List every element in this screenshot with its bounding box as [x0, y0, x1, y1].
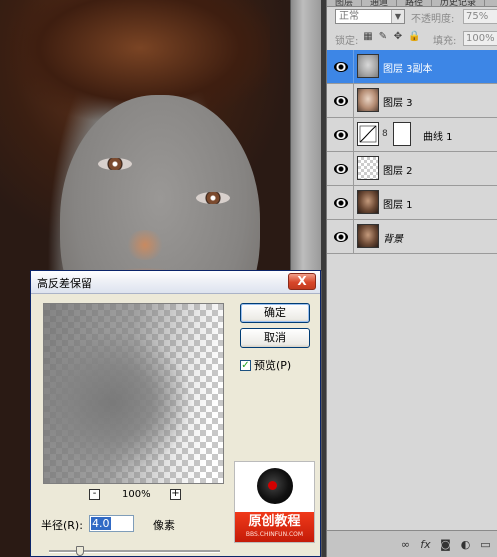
layer-row[interactable]: 8 曲线 1	[327, 118, 497, 152]
lock-label: 锁定:	[335, 36, 359, 47]
filter-preview[interactable]	[43, 303, 224, 484]
logo-emblem-icon	[257, 468, 293, 504]
eye-icon	[334, 231, 348, 242]
fill-label: 填充:	[433, 36, 457, 47]
fx-icon[interactable]: fx	[419, 538, 432, 551]
layer-name: 图层 3	[383, 98, 413, 109]
logo-sub-text: BBS.CHINFUN.COM	[245, 531, 304, 538]
lock-icons: ▦ ✎ ✥ 🔒	[363, 31, 420, 42]
mask-icon[interactable]: ◙	[439, 538, 452, 551]
eye-icon	[334, 197, 348, 208]
close-button[interactable]: X	[288, 273, 316, 290]
opacity-field[interactable]: 75%	[463, 9, 497, 24]
radius-row: 半径(R): 4.0 像素	[41, 515, 231, 533]
visibility-toggle[interactable]	[329, 84, 354, 117]
radius-unit: 像素	[153, 519, 175, 532]
tab-layers[interactable]: 图层	[327, 0, 363, 6]
zoom-out-button[interactable]: -	[89, 489, 100, 500]
layer-name: 曲线 1	[423, 132, 453, 143]
lock-transparency-icon[interactable]: ▦	[363, 31, 373, 42]
blend-mode-value: 正常	[339, 11, 359, 22]
radius-value: 4.0	[91, 517, 111, 530]
layer-name: 图层 1	[383, 200, 413, 211]
blend-mode-select[interactable]: 正常 ▼	[335, 9, 405, 24]
lock-position-icon[interactable]: ✥	[393, 31, 403, 42]
layer-mask-thumbnail[interactable]	[393, 122, 411, 146]
logo-band: 原创教程 BBS.CHINFUN.COM	[235, 512, 314, 542]
tab-channels[interactable]: 通道	[362, 0, 398, 6]
zoom-in-button[interactable]: +	[170, 489, 181, 500]
dialog-title: 高反差保留	[37, 277, 92, 290]
eye-icon	[334, 163, 348, 174]
layer-thumbnail	[357, 54, 379, 78]
visibility-toggle[interactable]	[329, 50, 354, 83]
layer-row[interactable]: 图层 3副本	[327, 50, 497, 84]
link-layers-icon[interactable]: ∞	[399, 538, 412, 551]
blend-row: 正常 ▼ 不透明度: 75%	[335, 9, 497, 25]
layers-panel: 图层 通道 路径 历史记录 正常 ▼ 不透明度: 75% 锁定: ▦ ✎ ✥ 🔒…	[326, 0, 497, 557]
chevron-down-icon[interactable]: ▼	[391, 10, 404, 23]
tab-paths[interactable]: 路径	[397, 0, 433, 6]
adjustment-icon[interactable]: ◐	[459, 538, 472, 551]
layer-thumbnail	[357, 190, 379, 214]
visibility-toggle[interactable]	[329, 152, 354, 185]
photo-left-eye	[98, 158, 132, 170]
ok-button[interactable]: 确定	[240, 303, 310, 323]
slider-thumb[interactable]	[75, 546, 84, 556]
radius-label: 半径(R):	[41, 519, 83, 532]
radius-slider[interactable]	[49, 546, 220, 556]
layer-name: 背景	[383, 234, 403, 245]
zoom-controls: - 100% +	[43, 489, 224, 503]
curves-adjustment-icon	[357, 122, 379, 146]
fill-field[interactable]: 100%	[463, 31, 497, 46]
slider-track[interactable]	[49, 550, 220, 553]
tab-history[interactable]: 历史记录	[432, 0, 486, 6]
layer-row[interactable]: 背景	[327, 220, 497, 254]
photo-right-eye	[196, 192, 230, 204]
preview-checkbox-label: 预览(P)	[254, 359, 292, 372]
visibility-toggle[interactable]	[329, 118, 354, 151]
chain-link-icon[interactable]: 8	[382, 129, 388, 139]
group-folder-icon[interactable]: ▭	[479, 538, 492, 551]
lock-all-icon[interactable]: 🔒	[408, 31, 420, 42]
cancel-button[interactable]: 取消	[240, 328, 310, 348]
visibility-toggle[interactable]	[329, 186, 354, 219]
panel-tabs: 图层 通道 路径 历史记录	[327, 0, 497, 7]
layer-thumbnail	[357, 224, 379, 248]
radius-input[interactable]: 4.0	[89, 515, 134, 532]
dialog-titlebar[interactable]: 高反差保留 X	[31, 271, 320, 294]
preview-checkbox[interactable]: ✓ 预览(P)	[240, 357, 291, 373]
high-pass-dialog: 高反差保留 X - 100% + 确定 取消 ✓ 预览(P) 原创教程 BBS.…	[30, 270, 321, 557]
layer-row[interactable]: 图层 3	[327, 84, 497, 118]
zoom-value: 100%	[122, 489, 151, 500]
eye-icon	[334, 129, 348, 140]
watermark-logo: 原创教程 BBS.CHINFUN.COM	[234, 461, 315, 543]
eye-icon	[334, 61, 348, 72]
layer-name: 图层 2	[383, 166, 413, 177]
layer-row[interactable]: 图层 2	[327, 152, 497, 186]
lock-row: 锁定: ▦ ✎ ✥ 🔒 填充: 100%	[335, 31, 497, 47]
photo-nose	[125, 230, 165, 260]
layer-thumbnail	[357, 156, 379, 180]
layer-row[interactable]: 图层 1	[327, 186, 497, 220]
preview-image	[44, 304, 223, 483]
logo-main-text: 原创教程	[248, 514, 301, 529]
layer-thumbnail	[357, 88, 379, 112]
lock-pixels-icon[interactable]: ✎	[378, 31, 388, 42]
layers-panel-footer: ∞ fx ◙ ◐ ▭	[327, 530, 497, 557]
layer-name: 图层 3副本	[383, 64, 433, 75]
checkmark-icon[interactable]: ✓	[240, 359, 251, 371]
opacity-label: 不透明度:	[411, 14, 455, 25]
eye-icon	[334, 95, 348, 106]
layer-list: 图层 3副本 图层 3 8 曲线 1 图层 2 图层 1 背景	[327, 50, 497, 529]
visibility-toggle[interactable]	[329, 220, 354, 253]
